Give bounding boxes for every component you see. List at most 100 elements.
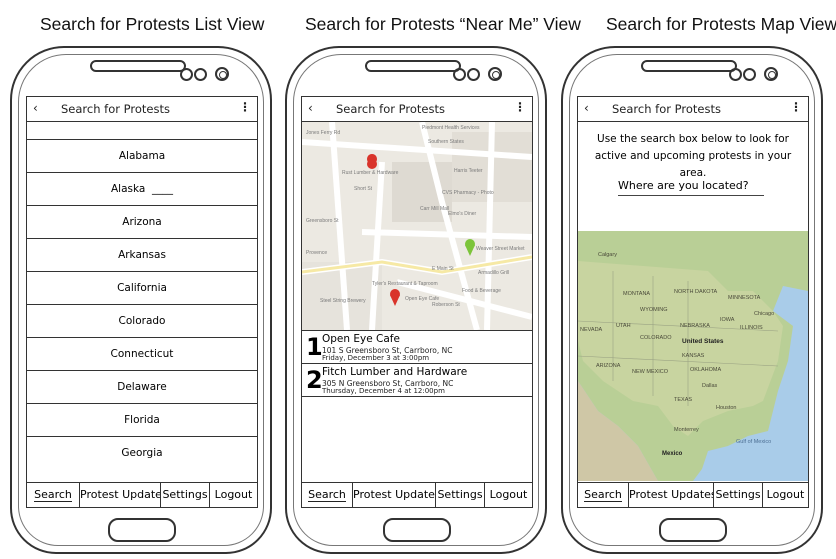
- home-button[interactable]: [659, 518, 727, 542]
- map-label: NORTH DAKOTA: [674, 289, 718, 295]
- list-item[interactable]: Florida: [27, 404, 257, 437]
- result-number: 2: [306, 366, 323, 394]
- map-label: Roberson St: [432, 302, 460, 308]
- tab-search[interactable]: Search: [27, 483, 80, 507]
- location-placeholder: Where are you located?: [618, 179, 749, 192]
- tab-logout[interactable]: Logout: [485, 483, 532, 507]
- map-label: WYOMING: [640, 307, 668, 313]
- result-item[interactable]: 2 Fitch Lumber and Hardware 305 N Greens…: [302, 364, 532, 397]
- map-label: Greensboro St: [306, 218, 339, 224]
- camera-icon: [764, 67, 778, 81]
- tab-settings[interactable]: Settings: [714, 483, 763, 507]
- camera-icon: [488, 67, 502, 81]
- tab-search[interactable]: Search: [302, 483, 353, 507]
- app-bar: ‹ Search for Protests ⋮: [302, 97, 532, 122]
- list-item[interactable]: Connecticut: [27, 338, 257, 371]
- tab-settings[interactable]: Settings: [436, 483, 485, 507]
- map-label: Houston: [716, 405, 737, 411]
- sensor-icon: [467, 68, 480, 81]
- map-label: TEXAS: [674, 397, 692, 403]
- tab-protest-updates[interactable]: Protest Updates: [353, 483, 436, 507]
- map-label: Dallas: [702, 383, 718, 389]
- result-time: Thursday, December 4 at 12:00pm: [322, 387, 445, 395]
- phone-frame-list: ‹ Search for Protests ⋮ Alabama Alaska _…: [10, 46, 272, 554]
- map-label: Piedmont Health Services: [422, 125, 480, 131]
- location-search-input[interactable]: Where are you located?: [618, 179, 764, 196]
- speaker-grille: [641, 60, 737, 72]
- near-me-screen: ‹ Search for Protests ⋮ Piedmont Health …: [301, 96, 533, 508]
- map-label: Harris Teeter: [454, 168, 483, 174]
- street-map-graphic: Piedmont Health Services Southern States…: [302, 122, 532, 330]
- map-label: COLORADO: [640, 335, 672, 341]
- tab-protest-updates[interactable]: Protest Updates: [629, 483, 714, 507]
- back-arrow-icon[interactable]: ‹: [33, 101, 38, 115]
- map-label: Steel String Brewery: [320, 298, 366, 304]
- list-view-heading: Search for Protests List View: [40, 14, 265, 34]
- speaker-grille: [90, 60, 186, 72]
- map-label: OKLAHOMA: [690, 367, 722, 373]
- tab-logout[interactable]: Logout: [763, 483, 808, 507]
- sensor-icon: [453, 68, 466, 81]
- sensor-icon: [743, 68, 756, 81]
- map-label: Monterrey: [674, 427, 699, 433]
- screen-title: Search for Protests: [612, 102, 721, 116]
- list-item[interactable]: Alaska ____: [27, 173, 257, 206]
- list-screen: ‹ Search for Protests ⋮ Alabama Alaska _…: [26, 96, 258, 508]
- app-bar: ‹ Search for Protests ⋮: [27, 97, 257, 122]
- street-map[interactable]: Piedmont Health Services Southern States…: [302, 122, 532, 330]
- map-label: Gulf of Mexico: [736, 439, 771, 445]
- map-label: ARIZONA: [596, 363, 621, 369]
- result-number: 1: [306, 333, 323, 361]
- list-item[interactable]: California: [27, 272, 257, 305]
- tab-protest-updates[interactable]: Protest Updates: [80, 483, 161, 507]
- list-item[interactable]: Alabama: [27, 140, 257, 173]
- list-item[interactable]: Georgia: [27, 437, 257, 469]
- result-title: Open Eye Cafe: [322, 333, 400, 345]
- result-item[interactable]: 1 Open Eye Cafe 101 S Greensboro St, Car…: [302, 330, 532, 364]
- map-label: Weaver Street Market: [476, 246, 525, 252]
- home-button[interactable]: [383, 518, 451, 542]
- map-label: Armadillo Grill: [478, 270, 509, 276]
- map-label: Calgary: [598, 252, 617, 258]
- screen-title: Search for Protests: [61, 102, 170, 116]
- map-label: ILLINOIS: [740, 325, 763, 331]
- list-item[interactable]: Arizona: [27, 206, 257, 239]
- us-map[interactable]: Calgary MONTANA NORTH DAKOTA MINNESOTA W…: [578, 231, 808, 481]
- app-bar: ‹ Search for Protests ⋮: [578, 97, 808, 122]
- map-label: Carr Mill Mall: [420, 206, 449, 212]
- bottom-tab-bar: Search Protest Updates Settings Logout: [27, 482, 257, 507]
- map-label: Provence: [306, 250, 327, 256]
- map-label: NEVADA: [580, 327, 603, 333]
- map-label: Tyler's Restaurant & Taproom: [372, 281, 438, 287]
- overflow-menu-icon[interactable]: ⋮: [514, 100, 526, 114]
- back-arrow-icon[interactable]: ‹: [584, 101, 589, 115]
- result-time: Friday, December 3 at 3:00pm: [322, 354, 430, 362]
- home-button[interactable]: [108, 518, 176, 542]
- map-label: Mexico: [662, 451, 683, 457]
- list-item[interactable]: Arkansas: [27, 239, 257, 272]
- near-me-view-heading: Search for Protests “Near Me” View: [305, 14, 581, 34]
- map-label: Food & Beverage: [462, 288, 501, 294]
- map-label: CVS Pharmacy - Photo: [442, 190, 494, 196]
- map-label: Elmo's Diner: [448, 211, 477, 217]
- speaker-grille: [365, 60, 461, 72]
- phone-frame-near-me: ‹ Search for Protests ⋮ Piedmont Health …: [285, 46, 547, 554]
- tab-settings[interactable]: Settings: [161, 483, 210, 507]
- list-item[interactable]: Delaware: [27, 371, 257, 404]
- map-label: United States: [682, 338, 724, 345]
- map-label: Southern States: [428, 139, 464, 145]
- list-item[interactable]: Colorado: [27, 305, 257, 338]
- map-label: IOWA: [720, 317, 735, 323]
- map-view-heading: Search for Protests Map View: [606, 14, 836, 34]
- map-label: NEW MEXICO: [632, 369, 669, 375]
- map-label: Short St: [354, 186, 373, 192]
- back-arrow-icon[interactable]: ‹: [308, 101, 313, 115]
- search-input[interactable]: [27, 121, 257, 140]
- map-label: MINNESOTA: [728, 295, 761, 301]
- tab-search[interactable]: Search: [578, 483, 629, 507]
- tab-logout[interactable]: Logout: [210, 483, 257, 507]
- map-label: UTAH: [616, 323, 631, 329]
- overflow-menu-icon[interactable]: ⋮: [239, 100, 251, 114]
- overflow-menu-icon[interactable]: ⋮: [790, 100, 802, 114]
- map-label: KANSAS: [682, 353, 705, 359]
